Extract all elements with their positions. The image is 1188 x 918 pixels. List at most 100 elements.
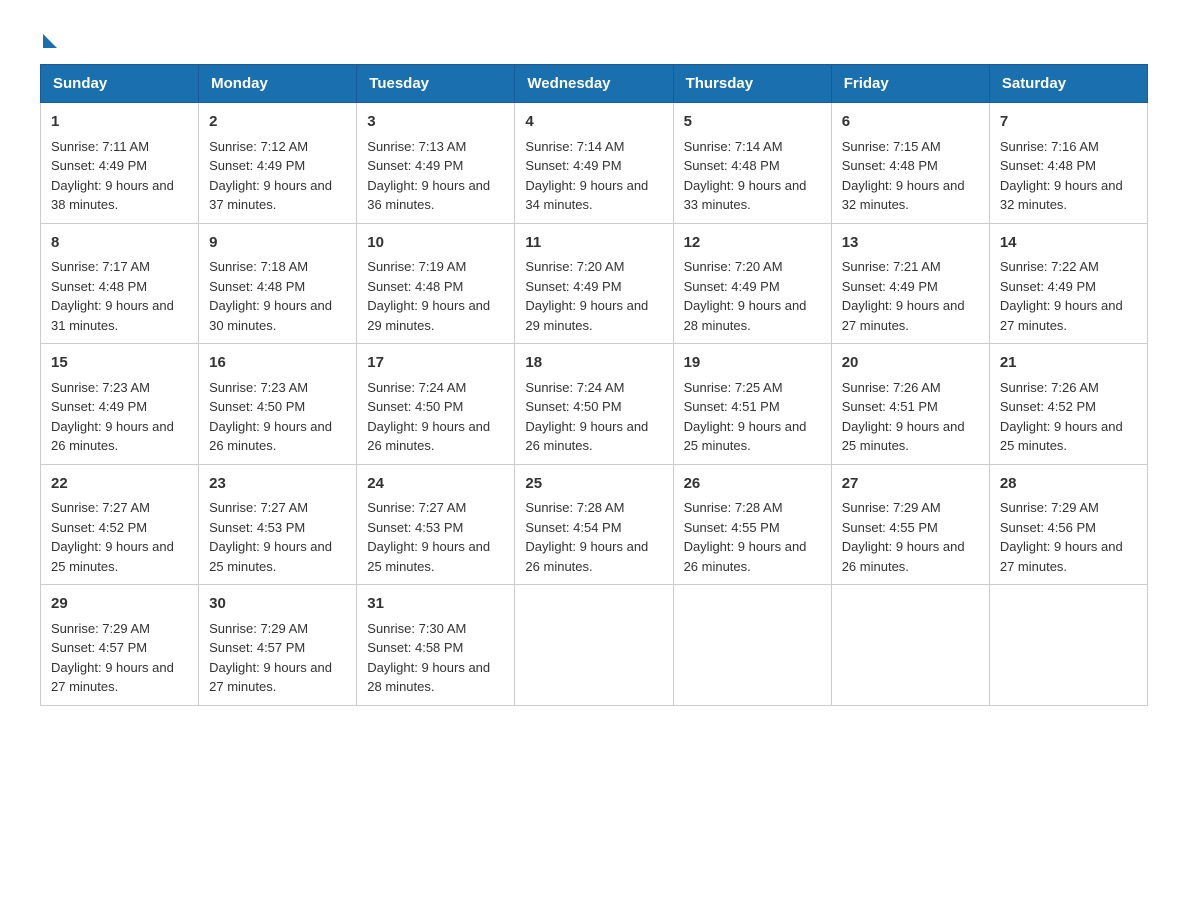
calendar-cell: 26Sunrise: 7:28 AMSunset: 4:55 PMDayligh… <box>673 464 831 585</box>
sunset-label: Sunset: 4:57 PM <box>209 640 305 655</box>
sunset-label: Sunset: 4:54 PM <box>525 520 621 535</box>
daylight-label: Daylight: 9 hours and 28 minutes. <box>367 660 490 695</box>
day-number: 18 <box>525 352 662 375</box>
day-number: 14 <box>1000 232 1137 255</box>
sunset-label: Sunset: 4:53 PM <box>367 520 463 535</box>
sunrise-label: Sunrise: 7:11 AM <box>51 139 149 154</box>
calendar-week-2: 8Sunrise: 7:17 AMSunset: 4:48 PMDaylight… <box>41 223 1148 344</box>
calendar-cell: 27Sunrise: 7:29 AMSunset: 4:55 PMDayligh… <box>831 464 989 585</box>
calendar-cell: 19Sunrise: 7:25 AMSunset: 4:51 PMDayligh… <box>673 344 831 465</box>
calendar-cell: 13 Sunrise: 7:21 AM Sunset: 4:49 PM Dayligh… <box>831 223 989 344</box>
sunrise-label: Sunrise: 7:27 AM <box>209 500 308 515</box>
sunset-label: Sunset: 4:52 PM <box>1000 399 1096 414</box>
calendar-cell: 5Sunrise: 7:14 AMSunset: 4:48 PMDaylight… <box>673 103 831 224</box>
calendar-cell: 30Sunrise: 7:29 AMSunset: 4:57 PMDayligh… <box>199 585 357 706</box>
day-number: 11 <box>525 232 662 255</box>
sunrise-label: Sunrise: 7:23 AM <box>51 380 150 395</box>
day-number: 13 <box>842 232 979 255</box>
sunrise-label: Sunrise: 7:14 AM <box>525 139 624 154</box>
sunset-label: Sunset: 4:48 PM <box>842 158 938 173</box>
calendar-cell: 12Sunrise: 7:20 AMSunset: 4:49 PMDayligh… <box>673 223 831 344</box>
sunset-label: Sunset: 4:49 PM <box>1000 279 1096 294</box>
daylight-label: Daylight: 9 hours and 27 minutes. <box>842 298 965 333</box>
calendar-cell: 18Sunrise: 7:24 AMSunset: 4:50 PMDayligh… <box>515 344 673 465</box>
calendar-cell: 10Sunrise: 7:19 AMSunset: 4:48 PMDayligh… <box>357 223 515 344</box>
daylight-label: Daylight: 9 hours and 31 minutes. <box>51 298 174 333</box>
sunset-label: Sunset: 4:50 PM <box>209 399 305 414</box>
day-number: 26 <box>684 473 821 496</box>
calendar-cell <box>515 585 673 706</box>
calendar-cell <box>673 585 831 706</box>
day-number: 8 <box>51 232 188 255</box>
sunset-label: Sunset: 4:49 PM <box>525 279 621 294</box>
sunrise-label: Sunrise: 7:29 AM <box>842 500 941 515</box>
weekday-header-wednesday: Wednesday <box>515 65 673 103</box>
daylight-label: Daylight: 9 hours and 25 minutes. <box>209 539 332 574</box>
day-number: 24 <box>367 473 504 496</box>
sunset-label: Sunset: 4:49 PM <box>51 158 147 173</box>
day-number: 31 <box>367 593 504 616</box>
sunset-label: Sunset: 4:51 PM <box>684 399 780 414</box>
day-number: 23 <box>209 473 346 496</box>
daylight-label: Daylight: 9 hours and 32 minutes. <box>842 178 965 213</box>
sunrise-label: Sunrise: 7:17 AM <box>51 259 150 274</box>
day-number: 5 <box>684 111 821 134</box>
sunrise-label: Sunrise: 7:28 AM <box>684 500 783 515</box>
day-number: 3 <box>367 111 504 134</box>
day-number: 7 <box>1000 111 1137 134</box>
sunrise-label: Sunrise: 7:29 AM <box>209 621 308 636</box>
day-number: 2 <box>209 111 346 134</box>
sunset-label: Sunset: 4:55 PM <box>842 520 938 535</box>
daylight-label: Daylight: 9 hours and 32 minutes. <box>1000 178 1123 213</box>
sunrise-label: Sunrise: 7:27 AM <box>367 500 466 515</box>
day-number: 15 <box>51 352 188 375</box>
logo <box>40 30 57 44</box>
sunrise-label: Sunrise: 7:15 AM <box>842 139 941 154</box>
calendar-cell: 21Sunrise: 7:26 AMSunset: 4:52 PMDayligh… <box>989 344 1147 465</box>
calendar-cell: 8Sunrise: 7:17 AMSunset: 4:48 PMDaylight… <box>41 223 199 344</box>
sunrise-label: Sunrise: 7:24 AM <box>525 380 624 395</box>
calendar-cell: 25Sunrise: 7:28 AMSunset: 4:54 PMDayligh… <box>515 464 673 585</box>
sunset-label: Sunset: 4:49 PM <box>684 279 780 294</box>
sunset-label: Sunset: 4:49 PM <box>525 158 621 173</box>
daylight-label: Daylight: 9 hours and 25 minutes. <box>842 419 965 454</box>
calendar-table: SundayMondayTuesdayWednesdayThursdayFrid… <box>40 64 1148 706</box>
sunrise-label: Sunrise: 7:16 AM <box>1000 139 1099 154</box>
calendar-cell <box>989 585 1147 706</box>
calendar-cell: 28Sunrise: 7:29 AMSunset: 4:56 PMDayligh… <box>989 464 1147 585</box>
calendar-cell: 24 Sunrise: 7:27 AM Sunset: 4:53 PM Dayligh… <box>357 464 515 585</box>
calendar-cell: 22Sunrise: 7:27 AMSunset: 4:52 PMDayligh… <box>41 464 199 585</box>
sunrise-label: Sunrise: 7:21 AM <box>842 259 941 274</box>
sunset-label: Sunset: 4:48 PM <box>1000 158 1096 173</box>
sunrise-label: Sunrise: 7:26 AM <box>1000 380 1099 395</box>
weekday-header-saturday: Saturday <box>989 65 1147 103</box>
daylight-label: Daylight: 9 hours and 25 minutes. <box>1000 419 1123 454</box>
day-number: 10 <box>367 232 504 255</box>
sunset-label: Sunset: 4:49 PM <box>842 279 938 294</box>
day-number: 25 <box>525 473 662 496</box>
calendar-cell: 1 Sunrise: 7:11 AM Sunset: 4:49 PM Daylight… <box>41 103 199 224</box>
daylight-label: Daylight: 9 hours and 25 minutes. <box>367 539 490 574</box>
weekday-header-sunday: Sunday <box>41 65 199 103</box>
day-number: 1 <box>51 111 188 134</box>
sunrise-label: Sunrise: 7:28 AM <box>525 500 624 515</box>
day-number: 6 <box>842 111 979 134</box>
day-number: 20 <box>842 352 979 375</box>
daylight-label: Daylight: 9 hours and 36 minutes. <box>367 178 490 213</box>
daylight-label: Daylight: 9 hours and 33 minutes. <box>684 178 807 213</box>
sunrise-label: Sunrise: 7:22 AM <box>1000 259 1099 274</box>
sunrise-label: Sunrise: 7:25 AM <box>684 380 783 395</box>
daylight-label: Daylight: 9 hours and 26 minutes. <box>684 539 807 574</box>
sunrise-label: Sunrise: 7:13 AM <box>367 139 466 154</box>
weekday-header-tuesday: Tuesday <box>357 65 515 103</box>
sunrise-label: Sunrise: 7:26 AM <box>842 380 941 395</box>
daylight-label: Daylight: 9 hours and 30 minutes. <box>209 298 332 333</box>
daylight-label: Daylight: 9 hours and 28 minutes. <box>684 298 807 333</box>
day-number: 17 <box>367 352 504 375</box>
daylight-label: Daylight: 9 hours and 38 minutes. <box>51 178 174 213</box>
sunrise-label: Sunrise: 7:19 AM <box>367 259 466 274</box>
calendar-cell: 11Sunrise: 7:20 AMSunset: 4:49 PMDayligh… <box>515 223 673 344</box>
sunrise-label: Sunrise: 7:14 AM <box>684 139 783 154</box>
sunrise-label: Sunrise: 7:23 AM <box>209 380 308 395</box>
day-number: 22 <box>51 473 188 496</box>
